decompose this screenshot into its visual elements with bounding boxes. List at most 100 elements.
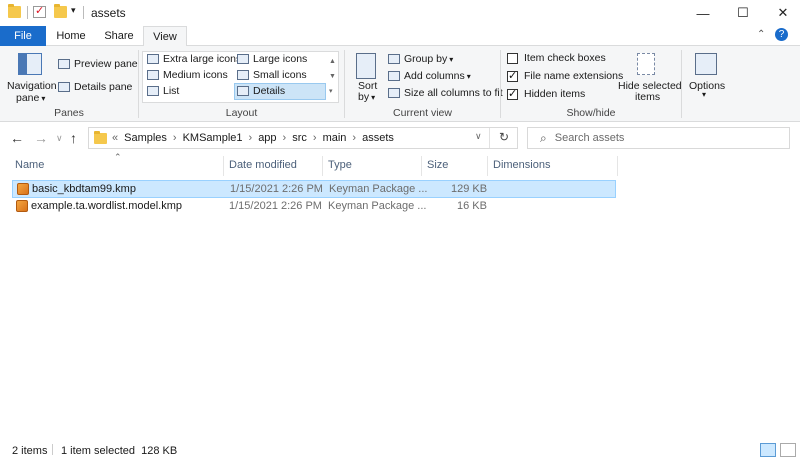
divider[interactable] (487, 156, 488, 176)
breadcrumb-separator-icon[interactable]: › (249, 132, 253, 144)
layout-label: Small icons (253, 69, 307, 81)
breadcrumb-main[interactable]: main (323, 132, 347, 144)
customize-quick-access-icon[interactable]: ▾ (71, 5, 76, 16)
file-type: Keyman Package ... (329, 183, 428, 195)
breadcrumb-app[interactable]: app (258, 132, 276, 144)
column-header-date-modified[interactable]: Date modified (229, 159, 297, 171)
hidden-items-label: Hidden items (524, 88, 586, 100)
sort-by-icon[interactable] (356, 53, 376, 79)
file-name-extensions-toggle[interactable]: File name extensions (507, 69, 624, 82)
collapse-ribbon-icon[interactable]: ⌃ (757, 29, 765, 40)
divider (681, 50, 682, 118)
divider[interactable] (421, 156, 422, 176)
divider[interactable] (322, 156, 323, 176)
layout-small-icons[interactable]: Small icons (237, 69, 307, 81)
tab-file[interactable]: File (0, 26, 46, 46)
navigation-pane-icon[interactable] (18, 53, 42, 75)
forward-arrow-icon[interactable]: → (34, 130, 48, 146)
back-arrow-icon[interactable]: ← (10, 130, 24, 146)
title-bar: ✓ ▾ assets — ☐ ✕ (0, 0, 800, 26)
layout-label: Extra large icons (163, 53, 242, 65)
divider (489, 128, 490, 148)
details-view-toggle-icon[interactable] (760, 443, 776, 457)
breadcrumb-separator-icon[interactable]: › (283, 132, 287, 144)
hide-selected-button-label[interactable]: items (635, 91, 660, 103)
breadcrumb-assets[interactable]: assets (362, 132, 394, 144)
file-row[interactable]: example.ta.wordlist.model.kmp 1/15/2021 … (12, 198, 616, 216)
layout-details[interactable]: Details (237, 85, 285, 97)
address-bar[interactable]: « Samples › KMSample1 › app › src › main… (88, 127, 518, 149)
recent-locations-chevron-icon[interactable]: ∨ (56, 133, 63, 144)
preview-pane-label: Preview pane (74, 58, 138, 70)
navigation-pane-button[interactable]: Navigation (7, 80, 57, 92)
group-label-layout: Layout (225, 107, 258, 119)
ribbon: Navigation pane ▾ Preview pane Details pa… (0, 46, 800, 122)
checkbox-checked (507, 69, 518, 82)
layout-label: Details (253, 85, 286, 97)
address-dropdown-icon[interactable]: ∨ (475, 131, 482, 142)
add-columns-button[interactable]: Add columns ▾ (388, 70, 471, 82)
details-pane-button[interactable]: Details pane (58, 81, 132, 93)
hidden-items-toggle[interactable]: Hidden items (507, 87, 586, 100)
breadcrumb-separator-icon[interactable]: › (352, 132, 356, 144)
dropdown-icon[interactable]: ▾ (702, 90, 706, 99)
column-header-type[interactable]: Type (328, 159, 352, 171)
close-button[interactable]: ✕ (760, 0, 800, 26)
search-placeholder: Search assets (554, 132, 625, 144)
group-label-panes: Panes (54, 107, 84, 119)
dropdown-icon: ▾ (466, 71, 471, 81)
dropdown-icon: ▾ (449, 54, 454, 64)
list-icon (147, 86, 159, 96)
file-name-extensions-label: File name extensions (524, 70, 624, 82)
column-header-size[interactable]: Size (427, 159, 448, 171)
item-check-boxes-toggle[interactable]: Item check boxes (507, 52, 606, 64)
breadcrumb-kmsample1[interactable]: KMSample1 (183, 132, 243, 144)
file-row[interactable]: basic_kbdtam99.kmp 1/15/2021 2:26 PM Key… (12, 180, 616, 198)
column-header-dimensions[interactable]: Dimensions (493, 159, 550, 171)
layout-medium-icons[interactable]: Medium icons (147, 69, 228, 81)
options-icon[interactable] (695, 53, 717, 75)
navigation-pane-button-label[interactable]: pane ▾ (16, 92, 45, 104)
refresh-icon[interactable]: ↻ (499, 130, 509, 144)
breadcrumb-separator-icon[interactable]: › (173, 132, 177, 144)
new-folder-icon[interactable] (54, 4, 67, 18)
details-pane-icon (58, 82, 70, 92)
overflow-chevron[interactable]: « (112, 132, 118, 144)
dropdown-icon: ▾ (371, 92, 376, 102)
divider (27, 6, 28, 19)
item-count: 2 items (12, 445, 48, 457)
preview-pane-button[interactable]: Preview pane (58, 58, 138, 70)
up-arrow-icon[interactable]: ↑ (70, 130, 77, 146)
breadcrumb-separator-icon[interactable]: › (313, 132, 317, 144)
window-title: assets (91, 6, 126, 20)
group-by-button[interactable]: Group by ▾ (388, 53, 453, 65)
search-box[interactable]: ⌕ Search assets (527, 127, 790, 149)
large-icons-view-toggle-icon[interactable] (780, 443, 796, 457)
folder-icon (94, 130, 107, 144)
breadcrumb-samples[interactable]: Samples (124, 132, 167, 144)
divider (52, 444, 53, 455)
tab-view[interactable]: View (143, 26, 187, 47)
divider[interactable] (223, 156, 224, 176)
hide-selected-icon[interactable] (637, 53, 655, 75)
size-all-columns-button[interactable]: Size all columns to fit (388, 87, 503, 99)
breadcrumb-src[interactable]: src (292, 132, 307, 144)
group-by-label: Group by (404, 53, 448, 65)
layout-list[interactable]: List (147, 85, 179, 97)
tab-home[interactable]: Home (50, 26, 92, 46)
options-button[interactable]: Options (689, 80, 725, 92)
file-name: example.ta.wordlist.model.kmp (31, 200, 183, 212)
layout-large-icons[interactable]: Large icons (237, 53, 307, 65)
gallery-scroll-icon[interactable]: ▲ ▼ ▾ (329, 54, 336, 99)
tab-share[interactable]: Share (97, 26, 141, 46)
dropdown-icon: ▾ (41, 93, 46, 103)
sort-by-button-label[interactable]: by ▾ (358, 91, 375, 103)
help-icon[interactable]: ? (775, 28, 788, 41)
preview-pane-icon (58, 59, 70, 69)
layout-extra-large-icons[interactable]: Extra large icons (147, 53, 241, 65)
column-header-name[interactable]: Name (15, 159, 44, 171)
add-columns-label: Add columns (404, 70, 465, 82)
group-label-show-hide: Show/hide (566, 107, 616, 119)
divider[interactable] (617, 156, 618, 176)
properties-icon[interactable]: ✓ (33, 5, 46, 18)
